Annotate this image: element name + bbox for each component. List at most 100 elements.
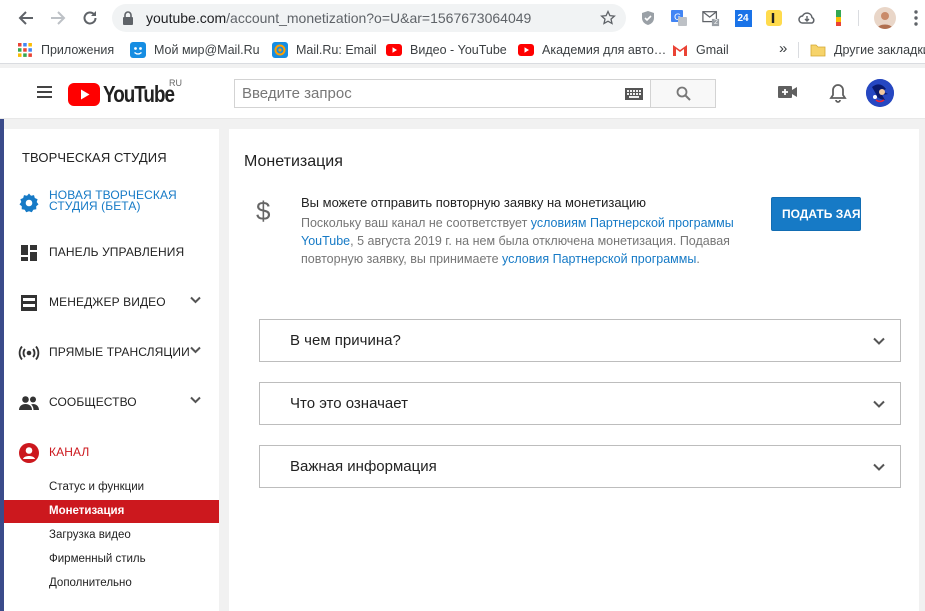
bookmark-label: Мой мир@Mail.Ru: [154, 43, 260, 57]
accordion-label: Что это означает: [290, 395, 408, 412]
other-bookmarks[interactable]: Другие закладки: [810, 41, 925, 59]
bookmarks-bar: Приложения Мой мир@Mail.Ru Mail.Ru: Emai…: [0, 36, 925, 64]
sub-item-branding[interactable]: Фирменный стиль: [4, 548, 219, 571]
hamburger-menu-icon[interactable]: [37, 85, 53, 99]
bookmark-gmail[interactable]: Gmail: [672, 41, 729, 59]
logo-region: RU: [169, 78, 182, 88]
upload-video-icon[interactable]: [778, 84, 798, 100]
url-host: youtube.com: [146, 10, 227, 26]
notice-text: .: [696, 252, 700, 266]
chevron-down-icon: [873, 463, 885, 471]
sidebar-item-label: НОВАЯ ТВОРЧЕСКАЯ СТУДИЯ (БЕТА): [49, 189, 177, 213]
live-icon: [18, 342, 40, 364]
sidebar-item-label: МЕНЕДЖЕР ВИДЕО: [49, 295, 166, 309]
bookmark-star-icon[interactable]: [600, 10, 616, 26]
arrow-left-icon: [18, 11, 33, 25]
youtube-icon: [386, 42, 402, 58]
bookmark-label: Gmail: [696, 43, 729, 57]
sidebar-item-new-studio[interactable]: НОВАЯ ТВОРЧЕСКАЯ СТУДИЯ (БЕТА): [4, 182, 219, 222]
forward-button[interactable]: [47, 7, 69, 29]
sub-item-status[interactable]: Статус и функции: [4, 476, 219, 499]
bookmark-apps[interactable]: Приложения: [17, 41, 114, 59]
chevron-down-icon: [873, 400, 885, 408]
accordion-label: Важная информация: [290, 458, 437, 475]
community-icon: [18, 392, 40, 414]
search-button[interactable]: [650, 79, 716, 108]
dashboard-icon: [18, 242, 40, 264]
dollar-icon: $: [256, 196, 271, 226]
bookmark-label: Видео - YouTube: [410, 43, 507, 57]
studio-title: ТВОРЧЕСКАЯ СТУДИЯ: [22, 150, 167, 165]
bookmark-youtube-video[interactable]: Видео - YouTube: [386, 41, 507, 59]
lock-icon: [122, 11, 134, 25]
sidebar-item-label: ПРЯМЫЕ ТРАНСЛЯЦИИ: [49, 345, 190, 359]
accordion-reason[interactable]: В чем причина?: [259, 319, 901, 362]
sidebar-item-video-manager[interactable]: МЕНЕДЖЕР ВИДЕО: [4, 282, 219, 322]
calendar-extension-icon[interactable]: 24: [734, 9, 752, 27]
shield-extension-icon[interactable]: [639, 9, 657, 27]
bookmark-mailru[interactable]: Mail.Ru: Email: [272, 41, 377, 59]
yandex-extension-icon[interactable]: [765, 9, 783, 27]
profile-avatar[interactable]: [874, 7, 896, 29]
gear-icon: [18, 192, 40, 214]
bookmark-label: Mail.Ru: Email: [296, 43, 377, 57]
chevron-down-icon: [873, 337, 885, 345]
mail-notifier-icon[interactable]: 2: [702, 9, 720, 27]
accordion-label: В чем причина?: [290, 332, 401, 349]
colorful-extension-icon[interactable]: [831, 9, 849, 27]
notifications-bell-icon[interactable]: [829, 83, 847, 103]
youtube-icon: [518, 42, 534, 58]
youtube-header: YouTube RU: [0, 68, 925, 119]
chevron-down-icon[interactable]: [190, 346, 201, 354]
accordion-important-info[interactable]: Важная информация: [259, 445, 901, 488]
sidebar-item-channel[interactable]: КАНАЛ: [4, 432, 219, 472]
menu-kebab-icon[interactable]: [907, 9, 925, 27]
calendar-badge: 24: [734, 9, 752, 27]
bookmarks-overflow-button[interactable]: »: [779, 39, 787, 57]
bookmark-academy[interactable]: Академия для авто…: [518, 41, 666, 59]
url-path: /account_monetization?o=U&ar=15676730640…: [226, 10, 532, 26]
bookmark-moymir[interactable]: Мой мир@Mail.Ru: [130, 41, 260, 59]
mailru-icon: [272, 42, 288, 58]
apps-grid-icon: [17, 42, 33, 58]
apply-button[interactable]: ПОДАТЬ ЗАЯВКУ: [771, 197, 861, 231]
main-panel: Монетизация $ Вы можете отправить повтор…: [229, 129, 919, 611]
address-bar[interactable]: youtube.com/account_monetization?o=U&ar=…: [112, 4, 626, 32]
channel-icon: [18, 442, 40, 464]
browser-toolbar: youtube.com/account_monetization?o=U&ar=…: [0, 0, 925, 36]
sidebar-item-dashboard[interactable]: ПАНЕЛЬ УПРАВЛЕНИЯ: [4, 232, 219, 272]
bookmarks-divider: [798, 42, 799, 58]
cloud-download-icon[interactable]: [798, 9, 816, 27]
studio-sidebar: ТВОРЧЕСКАЯ СТУДИЯ НОВАЯ ТВОРЧЕСКАЯ СТУДИ…: [4, 129, 219, 611]
notice-title: Вы можете отправить повторную заявку на …: [301, 195, 647, 210]
youtube-logo[interactable]: YouTube RU: [68, 78, 190, 108]
accordion-meaning[interactable]: Что это означает: [259, 382, 901, 425]
youtube-play-icon: [68, 83, 100, 106]
arrow-right-icon: [51, 11, 66, 25]
chevron-down-icon[interactable]: [190, 396, 201, 404]
sub-item-upload[interactable]: Загрузка видео: [4, 524, 219, 547]
notice-body: Поскольку ваш канал не соответствует усл…: [301, 214, 771, 268]
page-title: Монетизация: [244, 153, 343, 170]
bookmark-label: Другие закладки: [834, 43, 925, 57]
notice-text: Поскольку ваш канал не соответствует: [301, 216, 531, 230]
search-box: [234, 79, 650, 108]
url-text: youtube.com/account_monetization?o=U&ar=…: [146, 10, 531, 26]
sidebar-item-live[interactable]: ПРЯМЫЕ ТРАНСЛЯЦИИ: [4, 332, 219, 372]
back-button[interactable]: [15, 7, 37, 29]
partner-program-link[interactable]: условия Партнерской программы: [502, 252, 696, 266]
sidebar-item-label: СООБЩЕСТВО: [49, 395, 137, 409]
toolbar-divider: [858, 10, 859, 26]
sub-item-monetization[interactable]: Монетизация: [4, 500, 219, 523]
sidebar-item-community[interactable]: СООБЩЕСТВО: [4, 382, 219, 422]
label-line-2: СТУДИЯ (БЕТА): [49, 199, 141, 213]
sidebar-item-label: ПАНЕЛЬ УПРАВЛЕНИЯ: [49, 245, 185, 259]
keyboard-icon[interactable]: [625, 88, 643, 100]
translate-extension-icon[interactable]: G: [670, 9, 688, 27]
reload-button[interactable]: [79, 7, 101, 29]
sub-item-advanced[interactable]: Дополнительно: [4, 572, 219, 595]
logo-text: YouTube: [103, 81, 175, 107]
channel-avatar[interactable]: [866, 79, 894, 107]
chevron-down-icon[interactable]: [190, 296, 201, 304]
search-input[interactable]: [235, 80, 605, 107]
